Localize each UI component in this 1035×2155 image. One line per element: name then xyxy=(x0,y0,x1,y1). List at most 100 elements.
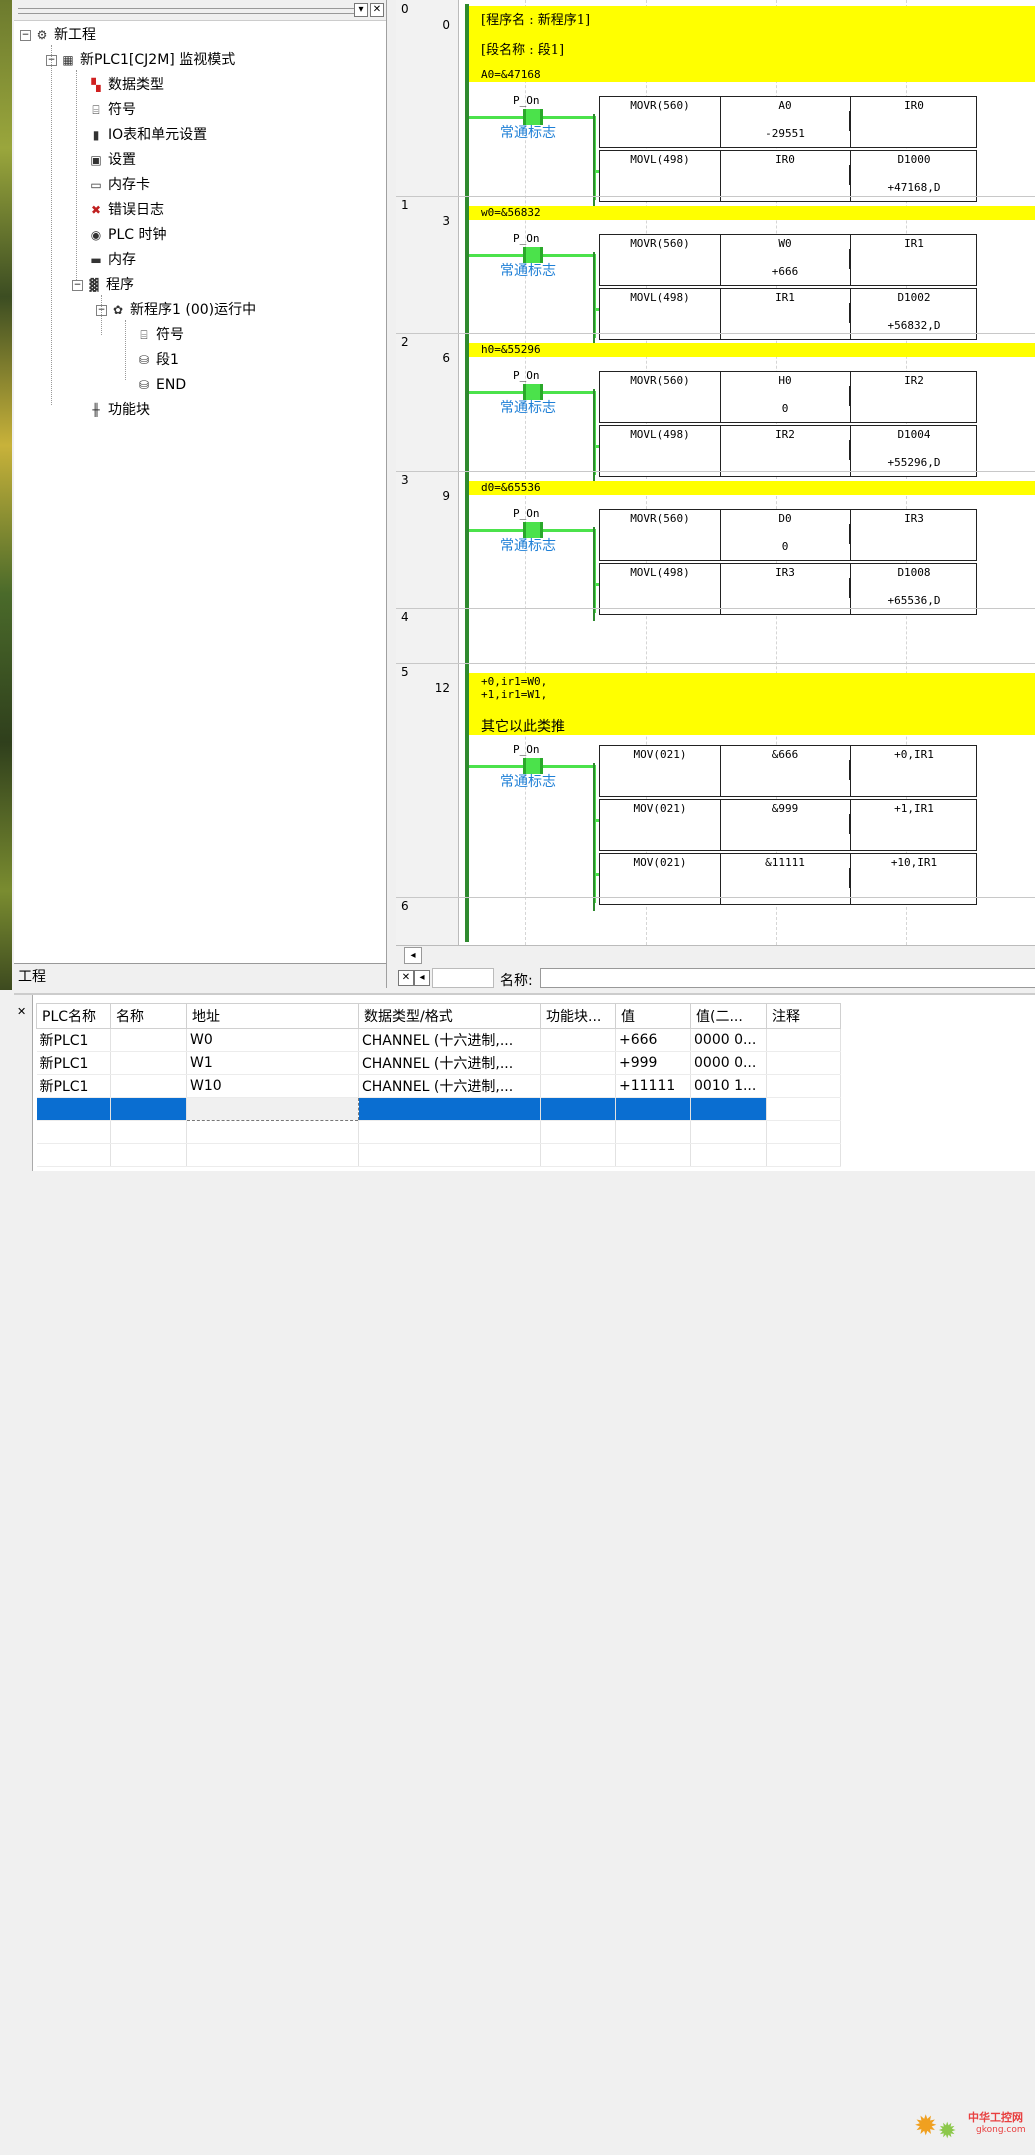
tree-item[interactable]: ▣ 设置 xyxy=(88,149,136,171)
watch-cell[interactable] xyxy=(36,1143,111,1167)
close-icon[interactable]: ✕ xyxy=(17,1005,26,1018)
watch-cell[interactable]: CHANNEL (十六进制,... xyxy=(358,1028,541,1052)
watch-row[interactable]: 新PLC1 W0 CHANNEL (十六进制,... +666 0000 0... xyxy=(36,1028,841,1052)
watch-cell[interactable] xyxy=(186,1120,359,1144)
tree-item[interactable]: ╫ 功能块 xyxy=(88,399,150,421)
collapse-icon[interactable]: − xyxy=(72,279,83,291)
watch-cell[interactable] xyxy=(540,1120,616,1144)
watch-cell[interactable] xyxy=(110,1143,187,1167)
tree-item[interactable]: − ▦ 新PLC1[CJ2M] 监视模式 xyxy=(46,49,235,71)
watch-cell[interactable]: +11111 xyxy=(615,1074,691,1098)
tree-item[interactable]: ⌸ 符号 xyxy=(136,324,184,346)
column-header[interactable]: 值 xyxy=(615,1003,691,1029)
tree-item[interactable]: ◉ PLC 时钟 xyxy=(88,224,167,246)
watch-cell[interactable] xyxy=(766,1120,841,1144)
instruction-block[interactable]: MOVR(560) D0 0 IR3 xyxy=(599,509,977,561)
watch-cell[interactable] xyxy=(766,1051,841,1075)
watch-row[interactable]: 新PLC1 W10 CHANNEL (十六进制,... +11111 0010 1... xyxy=(36,1074,841,1098)
tree-item[interactable]: ✖ 错误日志 xyxy=(88,199,164,221)
column-header[interactable]: 名称 xyxy=(110,1003,187,1029)
watch-cell[interactable] xyxy=(690,1143,767,1167)
watch-cell[interactable] xyxy=(540,1097,616,1121)
collapse-icon[interactable]: − xyxy=(20,29,31,41)
close-icon[interactable]: ✕ xyxy=(398,970,414,986)
instruction-block[interactable]: MOV(021) &999 +1,IR1 xyxy=(599,799,977,851)
close-icon[interactable]: ✕ xyxy=(370,3,384,17)
watch-cell[interactable] xyxy=(186,1097,359,1121)
ladder-horizontal-scrollbar[interactable]: ◂ xyxy=(396,945,1035,964)
watch-cell[interactable]: CHANNEL (十六进制,... xyxy=(358,1074,541,1098)
watch-cell[interactable]: W10 xyxy=(186,1074,359,1098)
watch-cell[interactable]: 0010 1... xyxy=(690,1074,767,1098)
column-header[interactable]: 地址 xyxy=(186,1003,359,1029)
watch-cell[interactable] xyxy=(110,1074,187,1098)
watch-cell[interactable]: +999 xyxy=(615,1051,691,1075)
tree-item[interactable]: − ▓ 程序 xyxy=(72,274,134,296)
watch-cell[interactable] xyxy=(690,1097,767,1121)
tree-item[interactable]: ▭ 内存卡 xyxy=(88,174,150,196)
rung-comment[interactable]: A0=&47168 xyxy=(469,68,1035,82)
ladder-editor[interactable]: 0 0 [程序名 : 新程序1] [段名称 : 段1] A0=&47168 P_On 常通标… xyxy=(396,0,1035,945)
tree-item[interactable]: ⛁ END xyxy=(136,374,186,396)
scroll-left-icon[interactable]: ◂ xyxy=(414,970,430,986)
watch-cell[interactable] xyxy=(358,1120,541,1144)
watch-cell[interactable]: 0000 0... xyxy=(690,1051,767,1075)
rung-comment[interactable]: w0=&56832 xyxy=(469,206,1035,220)
tree-item[interactable]: ⛁ 段1 xyxy=(136,349,179,371)
watch-cell[interactable]: 新PLC1 xyxy=(36,1051,111,1075)
watch-cell[interactable] xyxy=(358,1097,541,1121)
watch-cell[interactable] xyxy=(540,1074,616,1098)
watch-cell[interactable] xyxy=(110,1120,187,1144)
watch-cell[interactable] xyxy=(690,1120,767,1144)
watch-cell[interactable] xyxy=(766,1028,841,1052)
watch-cell[interactable] xyxy=(540,1143,616,1167)
watch-row-empty[interactable] xyxy=(36,1120,841,1144)
watch-cell[interactable] xyxy=(110,1028,187,1052)
tree-item[interactable]: ▮ IO表和单元设置 xyxy=(88,124,207,146)
column-header[interactable]: 功能块... xyxy=(540,1003,616,1029)
watch-cell[interactable]: 新PLC1 xyxy=(36,1074,111,1098)
rung-comment[interactable]: +0,ir1=W0, +1,ir1=W1, 其它以此类推 xyxy=(469,673,1035,735)
rung-comment[interactable]: d0=&65536 xyxy=(469,481,1035,495)
watch-cell[interactable]: CHANNEL (十六进制,... xyxy=(358,1051,541,1075)
watch-cell[interactable] xyxy=(615,1120,691,1144)
instruction-block[interactable]: MOVL(498) IR0 D1000 +47168,D xyxy=(599,150,977,202)
tree-item[interactable]: ▚ 数据类型 xyxy=(88,74,164,96)
watch-cell[interactable] xyxy=(766,1097,841,1121)
name-input[interactable] xyxy=(540,968,1035,988)
watch-row-selected[interactable] xyxy=(36,1097,841,1121)
watch-row-empty[interactable] xyxy=(36,1143,841,1167)
watch-cell[interactable]: 新PLC1 xyxy=(36,1028,111,1052)
watch-cell[interactable]: W0 xyxy=(186,1028,359,1052)
column-header[interactable]: 数据类型/格式 xyxy=(358,1003,541,1029)
watch-cell[interactable] xyxy=(110,1097,187,1121)
watch-cell[interactable] xyxy=(766,1074,841,1098)
watch-cell[interactable]: W1 xyxy=(186,1051,359,1075)
tab-project[interactable]: 工程 xyxy=(14,963,386,988)
watch-cell[interactable] xyxy=(110,1051,187,1075)
dropdown-icon[interactable]: ▾ xyxy=(354,3,368,17)
instruction-block[interactable]: MOV(021) &666 +0,IR1 xyxy=(599,745,977,797)
tree-item[interactable]: − ⚙ 新工程 xyxy=(20,24,96,46)
watch-cell[interactable]: +666 xyxy=(615,1028,691,1052)
watch-cell[interactable] xyxy=(615,1097,691,1121)
instruction-block[interactable]: MOVL(498) IR2 D1004 +55296,D xyxy=(599,425,977,477)
watch-cell[interactable] xyxy=(36,1097,111,1121)
scroll-left-icon[interactable]: ◂ xyxy=(404,947,422,964)
watch-cell[interactable] xyxy=(186,1143,359,1167)
titlebar-grip[interactable] xyxy=(18,8,358,14)
watch-cell[interactable] xyxy=(615,1143,691,1167)
watch-cell[interactable] xyxy=(540,1028,616,1052)
rung-comment[interactable]: h0=&55296 xyxy=(469,343,1035,357)
tree-item[interactable]: ▬ 内存 xyxy=(88,249,136,271)
instruction-block[interactable]: MOVR(560) W0 +666 IR1 xyxy=(599,234,977,286)
column-header[interactable]: 值(二... xyxy=(690,1003,767,1029)
tree-item[interactable]: ⌸ 符号 xyxy=(88,99,136,121)
instruction-block[interactable]: MOVR(560) A0 -29551 IR0 xyxy=(599,96,977,148)
watch-cell[interactable] xyxy=(766,1143,841,1167)
watch-cell[interactable] xyxy=(540,1051,616,1075)
column-header[interactable]: 注释 xyxy=(766,1003,841,1029)
watch-cell[interactable]: 0000 0... xyxy=(690,1028,767,1052)
instruction-block[interactable]: MOVR(560) H0 0 IR2 xyxy=(599,371,977,423)
watch-cell[interactable] xyxy=(358,1143,541,1167)
